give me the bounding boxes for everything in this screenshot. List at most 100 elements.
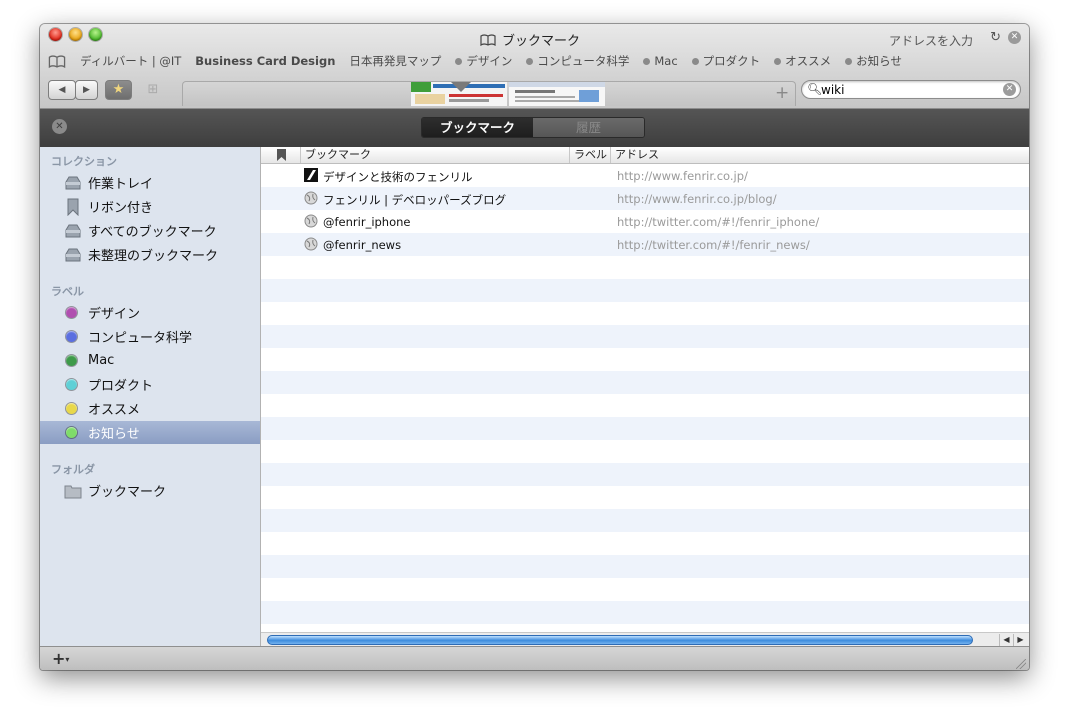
table-row[interactable]: @fenrir_iphone http://twitter.com/#!/fen… xyxy=(261,210,1029,233)
ribbon-icon xyxy=(277,149,286,161)
empty-table-row xyxy=(261,325,1029,348)
table-body: デザインと技術のフェンリル http://www.fenrir.co.jp/ フ… xyxy=(261,164,1029,647)
book-icon xyxy=(480,33,496,46)
sidebar-item-work-tray[interactable]: 作業トレイ xyxy=(40,171,260,194)
ribbon-column-header[interactable] xyxy=(261,147,301,163)
stop-icon[interactable]: ✕ xyxy=(1008,31,1021,44)
empty-table-row xyxy=(261,509,1029,532)
globe-icon xyxy=(304,214,318,228)
tray-icon xyxy=(65,248,81,261)
add-collection-button[interactable]: +▾ xyxy=(52,649,69,668)
book-icon[interactable] xyxy=(48,54,66,68)
add-tab-icon[interactable]: + xyxy=(775,83,789,103)
empty-table-row xyxy=(261,578,1029,601)
label-dot-icon xyxy=(455,57,463,65)
collections-header: コレクション xyxy=(51,155,117,168)
empty-table-row xyxy=(261,348,1029,371)
bookmarks-bar-item[interactable]: プロダクト xyxy=(691,53,760,69)
page-thumbnail-icon[interactable] xyxy=(411,82,507,106)
zoom-window-button[interactable] xyxy=(89,28,102,41)
star-icon: ★ xyxy=(112,82,125,97)
safari-window: ブックマーク アドレスを入力 ↻ ✕ ディルバート | @IT Business… xyxy=(40,24,1029,670)
resize-grip-icon[interactable] xyxy=(1016,659,1026,669)
top-sites-button[interactable]: ⊞ xyxy=(141,80,165,100)
bookmarks-bar-item[interactable]: Business Card Design xyxy=(195,54,335,68)
table-row[interactable]: デザインと技術のフェンリル http://www.fenrir.co.jp/ xyxy=(261,164,1029,187)
table-row[interactable]: フェンリル | デベロッパーズブログ http://www.fenrir.co.… xyxy=(261,187,1029,210)
bookmarks-bar-item[interactable]: コンピュータ科学 xyxy=(526,53,629,69)
minimize-window-button[interactable] xyxy=(69,28,82,41)
labels-header: ラベル xyxy=(51,285,84,298)
chevron-down-icon: ▾ xyxy=(65,655,70,664)
fenrir-favicon xyxy=(304,168,318,182)
bookmarks-bar: ディルバート | @IT Business Card Design 日本再発見マ… xyxy=(48,53,902,69)
bookmarks-table: ブックマーク ラベル アドレス デザインと技術のフェンリル http://www… xyxy=(261,147,1029,647)
column-header-address[interactable]: アドレス xyxy=(611,147,1029,163)
empty-table-row xyxy=(261,417,1029,440)
column-header-bookmark[interactable]: ブックマーク xyxy=(301,147,570,163)
bookmarks-bar-item[interactable]: オススメ xyxy=(774,53,831,69)
view-segmented-control: ブックマーク 履歴 xyxy=(421,117,645,138)
table-row[interactable]: @fenrir_news http://twitter.com/#!/fenri… xyxy=(261,233,1029,256)
bookmarks-star-button[interactable]: ★ xyxy=(105,80,132,100)
label-dot-icon xyxy=(774,57,782,65)
sidebar-label-design[interactable]: デザイン xyxy=(40,301,260,324)
window-title-text: ブックマーク xyxy=(502,34,581,49)
folders-header: フォルダ xyxy=(51,463,95,476)
label-dot-icon xyxy=(526,57,534,65)
window-title: ブックマーク xyxy=(480,30,580,49)
bookmarks-bar-item[interactable]: ディルバート | @IT xyxy=(80,53,181,69)
clear-search-icon[interactable]: ✕ xyxy=(1003,83,1016,96)
back-arrow-icon: ◀ xyxy=(58,85,66,95)
bookmarks-bar-item[interactable]: 日本再発見マップ xyxy=(349,53,441,69)
bookmarks-bar-item[interactable]: お知らせ xyxy=(845,53,902,69)
table-header: ブックマーク ラベル アドレス xyxy=(261,147,1029,164)
folder-icon xyxy=(64,485,82,498)
reload-icon[interactable]: ↻ xyxy=(990,30,1001,45)
search-input[interactable] xyxy=(821,82,996,97)
empty-table-row xyxy=(261,371,1029,394)
scroll-left-icon[interactable]: ◀ xyxy=(999,634,1013,646)
globe-icon xyxy=(304,237,318,251)
bookmarks-bar-item[interactable]: デザイン xyxy=(455,53,512,69)
column-header-label[interactable]: ラベル xyxy=(570,147,611,163)
sidebar-label-computer-science[interactable]: コンピュータ科学 xyxy=(40,325,260,348)
address-label[interactable]: アドレスを入力 xyxy=(889,32,973,49)
globe-icon xyxy=(304,191,318,205)
empty-table-row xyxy=(261,601,1029,624)
sidebar-folder-bookmarks[interactable]: ブックマーク xyxy=(40,479,260,502)
sidebar-label-recommended[interactable]: オススメ xyxy=(40,397,260,420)
forward-button[interactable]: ▶ xyxy=(75,80,98,100)
close-bookmarks-view-icon[interactable]: ✕ xyxy=(52,119,67,134)
page-thumbnail-icon[interactable] xyxy=(509,82,605,106)
back-button[interactable]: ◀ xyxy=(48,80,76,100)
empty-table-row xyxy=(261,394,1029,417)
title-bar: ブックマーク アドレスを入力 ↻ ✕ ディルバート | @IT Business… xyxy=(40,24,1029,109)
empty-table-row xyxy=(261,463,1029,486)
horizontal-scrollbar[interactable]: ◀ ▶ xyxy=(261,632,1029,647)
sidebar-item-all-bookmarks[interactable]: すべてのブックマーク xyxy=(40,219,260,242)
sidebar-label-product[interactable]: プロダクト xyxy=(40,373,260,396)
label-color-icon xyxy=(66,379,77,390)
forward-arrow-icon: ▶ xyxy=(83,85,90,95)
bookmarks-bar-item[interactable]: Mac xyxy=(643,54,678,68)
label-dot-icon xyxy=(643,57,651,65)
sidebar-label-news[interactable]: お知らせ xyxy=(40,421,260,444)
tab-strip xyxy=(182,81,796,106)
label-dot-icon xyxy=(845,57,853,65)
sidebar-item-unsorted[interactable]: 未整理のブックマーク xyxy=(40,243,260,266)
search-field[interactable]: 🔍︎ ✕ xyxy=(801,80,1021,99)
tab-bookmarks[interactable]: ブックマーク xyxy=(422,118,533,137)
scrollbar-thumb[interactable] xyxy=(267,635,973,645)
scroll-right-icon[interactable]: ▶ xyxy=(1013,634,1027,646)
tab-history[interactable]: 履歴 xyxy=(533,118,644,137)
empty-table-row xyxy=(261,256,1029,279)
close-window-button[interactable] xyxy=(49,28,62,41)
bottom-bar: +▾ xyxy=(40,646,1029,670)
sidebar: コレクション 作業トレイ リボン付き すべてのブックマーク 未整理のブックマーク… xyxy=(40,147,261,646)
label-color-icon xyxy=(66,331,77,342)
sidebar-label-mac[interactable]: Mac xyxy=(40,349,260,372)
empty-table-row xyxy=(261,302,1029,325)
label-color-icon xyxy=(66,307,77,318)
sidebar-item-ribbon[interactable]: リボン付き xyxy=(40,195,260,218)
